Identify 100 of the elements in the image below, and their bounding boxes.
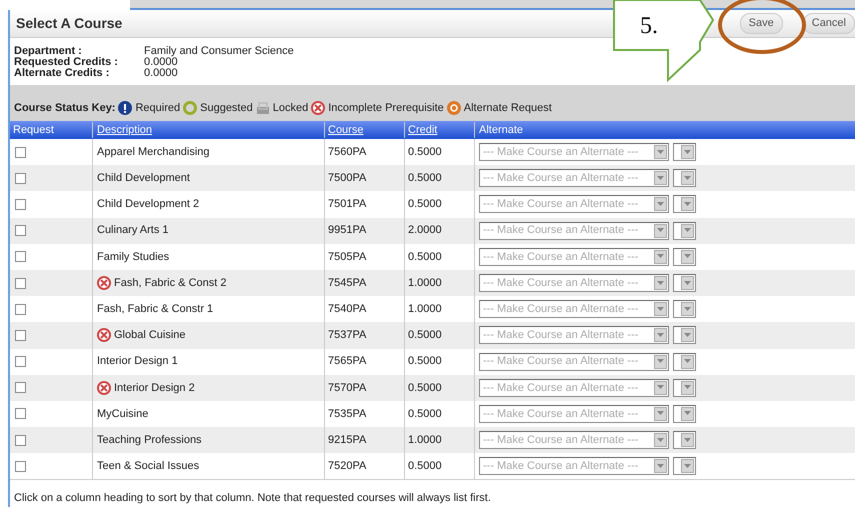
caret-icon: [684, 332, 691, 338]
caret-icon: [684, 411, 691, 416]
suggested-icon: [183, 101, 198, 115]
course-code: 7570PA: [328, 380, 366, 396]
alternate-select[interactable]: --- Make Course an Alternate ---: [479, 404, 669, 423]
dialog-title: Select A Course: [16, 15, 122, 32]
key-label: Locked: [272, 100, 308, 116]
info-label: Requested Credits :: [14, 57, 119, 68]
checkbox[interactable]: [15, 198, 26, 210]
course-code: 9951PA: [328, 223, 366, 238]
credit-value: 1.0000: [408, 302, 442, 317]
alternate-select[interactable]: --- Make Course an Alternate ---: [479, 352, 669, 371]
dialog-button[interactable]: Cancel: [802, 13, 855, 34]
checkbox[interactable]: [15, 460, 26, 472]
alternate-select[interactable]: --- Make Course an Alternate ---: [479, 378, 669, 397]
course-description: Global Cuisine: [114, 328, 186, 344]
caret-icon: [657, 359, 664, 364]
column-header-link[interactable]: Course: [328, 124, 364, 136]
course-code: 7537PA: [328, 328, 366, 344]
priority-select[interactable]: [673, 143, 696, 162]
caret-icon: [657, 332, 664, 338]
priority-select[interactable]: [673, 431, 696, 450]
caret-icon: [657, 202, 664, 207]
checkbox[interactable]: [15, 278, 26, 289]
alternate-select[interactable]: --- Make Course an Alternate ---: [479, 457, 669, 476]
column-header-link[interactable]: Description: [97, 124, 152, 136]
course-code: 7545PA: [328, 276, 366, 291]
info-value: Family and Consumer Science: [144, 45, 294, 57]
priority-select[interactable]: [673, 169, 696, 188]
caret-icon: [684, 438, 691, 443]
priority-select[interactable]: [673, 457, 696, 476]
caret-icon: [684, 306, 691, 312]
priority-select[interactable]: [673, 404, 696, 423]
required-icon: [118, 101, 132, 115]
lock-icon: [256, 101, 270, 115]
checkbox[interactable]: [15, 408, 26, 420]
course-description: Fash, Fabric & Const 2: [114, 276, 226, 291]
priority-select[interactable]: [673, 326, 696, 344]
info-label: Alternate Credits :: [14, 68, 110, 79]
key-label: Incomplete Prerequisite: [328, 100, 444, 116]
credit-value: 0.5000: [408, 328, 442, 344]
key-label: Alternate Request: [464, 100, 552, 116]
course-code: 9215PA: [328, 432, 366, 448]
alternate-select[interactable]: --- Make Course an Alternate ---: [479, 222, 669, 240]
caret-icon: [657, 385, 664, 390]
checkbox[interactable]: [15, 304, 26, 315]
course-description: Teen & Social Issues: [97, 459, 200, 474]
credit-value: 0.5000: [408, 380, 442, 396]
priority-select[interactable]: [673, 248, 696, 266]
checkbox[interactable]: [15, 434, 26, 446]
course-description: Family Studies: [97, 250, 170, 265]
info-value: 0.0000: [144, 56, 178, 68]
alternate-select[interactable]: --- Make Course an Alternate ---: [479, 274, 669, 292]
credit-value: 0.5000: [408, 250, 442, 265]
caret-icon: [684, 464, 691, 469]
checkbox[interactable]: [15, 146, 26, 158]
alternate-select[interactable]: --- Make Course an Alternate ---: [479, 169, 669, 188]
caret-icon: [684, 280, 691, 286]
checkbox[interactable]: [15, 225, 26, 236]
alternate-select[interactable]: --- Make Course an Alternate ---: [479, 326, 669, 344]
caret-icon: [684, 202, 691, 207]
caret-icon: [684, 359, 691, 364]
course-description: Apparel Merchandising: [97, 144, 210, 160]
priority-select[interactable]: [673, 195, 696, 214]
credit-value: 0.5000: [408, 144, 442, 160]
alternate-select[interactable]: --- Make Course an Alternate ---: [479, 300, 669, 318]
caret-icon: [684, 228, 691, 234]
info-value: 0.0000: [144, 67, 178, 79]
alternate-select[interactable]: --- Make Course an Alternate ---: [479, 143, 669, 162]
checkbox[interactable]: [15, 356, 26, 368]
credit-value: 0.5000: [408, 171, 442, 186]
course-description: Interior Design 1: [97, 354, 178, 370]
course-code: 7540PA: [328, 302, 366, 317]
alternate-select[interactable]: --- Make Course an Alternate ---: [479, 195, 669, 214]
course-code: 7535PA: [328, 406, 366, 422]
alternate-select[interactable]: --- Make Course an Alternate ---: [479, 431, 669, 450]
course-code: 7500PA: [328, 171, 366, 186]
priority-select[interactable]: [673, 274, 696, 292]
course-description: Teaching Professions: [97, 432, 202, 448]
column-header-link[interactable]: Credit: [408, 124, 438, 136]
checkbox[interactable]: [15, 330, 26, 341]
alternate-select[interactable]: --- Make Course an Alternate ---: [479, 248, 669, 266]
dialog-button[interactable]: Save: [740, 13, 783, 34]
alternate-icon: [446, 101, 461, 115]
course-description: Child Development 2: [97, 197, 200, 212]
course-code: 7505PA: [328, 250, 366, 265]
checkbox[interactable]: [15, 172, 26, 184]
course-code: 7520PA: [328, 459, 366, 474]
checkbox[interactable]: [15, 251, 26, 262]
caret-icon: [684, 176, 691, 181]
priority-select[interactable]: [673, 222, 696, 240]
caret-icon: [657, 150, 664, 155]
checkbox[interactable]: [15, 382, 26, 394]
callout-number: 5.: [640, 12, 658, 41]
priority-select[interactable]: [673, 352, 696, 371]
priority-select[interactable]: [673, 300, 696, 318]
key-label: Required: [135, 100, 180, 116]
course-code: 7501PA: [328, 197, 366, 212]
info-label: Department :: [14, 46, 83, 57]
priority-select[interactable]: [673, 378, 696, 397]
